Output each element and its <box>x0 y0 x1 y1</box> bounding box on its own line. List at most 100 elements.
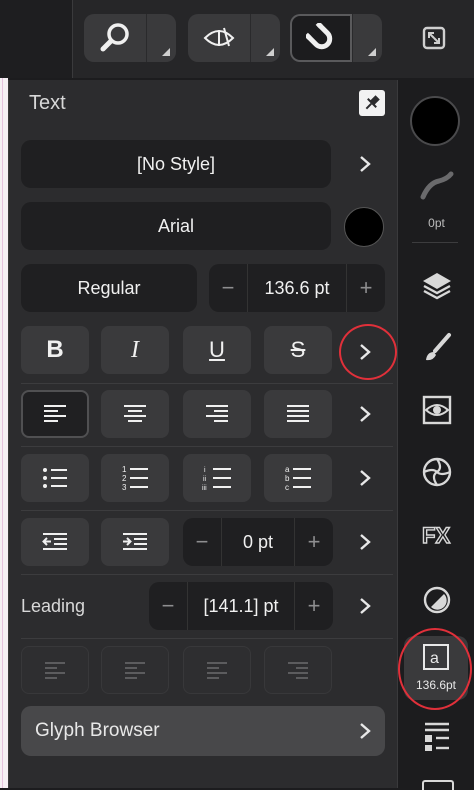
decrease-indent-value-button[interactable]: − <box>183 529 221 555</box>
adjustments-button[interactable] <box>398 390 474 430</box>
chevron-right-icon[interactable] <box>351 464 379 492</box>
bullet-list-icon <box>43 468 67 488</box>
view-mode-button[interactable] <box>188 14 250 62</box>
fx-icon: FX <box>421 522 451 548</box>
svg-text:1: 1 <box>122 465 127 474</box>
studio-sidebar: 0pt FX a 136.6pt <box>397 80 474 790</box>
font-size-value[interactable]: 136.6 pt <box>247 264 347 312</box>
italic-button[interactable]: I <box>101 326 169 374</box>
align-right-icon <box>288 662 308 679</box>
numbered-list-button[interactable]: 123 <box>101 454 169 502</box>
snapping-button[interactable] <box>290 14 352 62</box>
paragraph-style-field[interactable]: [No Style] <box>21 140 331 188</box>
effects-button[interactable]: FX <box>398 514 474 554</box>
chevron-right-icon[interactable] <box>351 400 379 428</box>
underline-label: U <box>209 337 225 362</box>
leading-stepper[interactable]: − [141.1] pt + <box>149 582 333 630</box>
pin-icon[interactable] <box>359 90 385 116</box>
lettered-list-button[interactable]: abc <box>264 454 332 502</box>
stroke-panel-button[interactable] <box>398 166 474 206</box>
panel-title: Text <box>29 92 66 114</box>
leading-value[interactable]: [141.1] pt <box>187 582 295 630</box>
magnet-icon <box>306 23 333 50</box>
annotation-circle <box>339 324 397 380</box>
dimmed-align-left-button[interactable] <box>21 646 89 694</box>
divider <box>21 510 393 511</box>
snapping-tool-group[interactable] <box>290 14 382 62</box>
layers-icon <box>422 273 451 300</box>
lettered-list-icon: abc <box>285 465 311 491</box>
align-left-icon <box>125 662 145 679</box>
brushes-button[interactable] <box>398 328 474 368</box>
svg-text:i: i <box>204 467 206 474</box>
font-size-stepper[interactable]: − 136.6 pt + <box>209 264 385 312</box>
increase-indent-button[interactable] <box>101 518 169 566</box>
text-styles-icon <box>424 722 449 751</box>
underline-button[interactable]: U <box>183 326 251 374</box>
brush-icon <box>425 333 451 361</box>
indent-value[interactable]: 0 pt <box>221 518 295 566</box>
roman-list-button[interactable]: i ii iii <box>183 454 251 502</box>
numbered-list-icon: 123 <box>122 465 148 491</box>
dimmed-align-center-button[interactable] <box>101 646 169 694</box>
align-left-icon <box>44 405 66 422</box>
decrease-font-size-button[interactable]: − <box>209 275 247 301</box>
layers-button[interactable] <box>398 266 474 306</box>
zoom-tool-button[interactable] <box>84 14 146 62</box>
fill-color-swatch[interactable] <box>410 96 460 146</box>
glyph-browser-button[interactable]: Glyph Browser <box>21 706 385 756</box>
zoom-tool-group[interactable] <box>84 14 176 62</box>
indent-stepper[interactable]: − 0 pt + <box>183 518 333 566</box>
transparency-button[interactable] <box>398 580 474 620</box>
divider <box>412 242 458 243</box>
divider <box>21 446 393 447</box>
expand-icon[interactable] <box>416 20 452 56</box>
svg-text:a: a <box>285 465 290 474</box>
svg-text:3: 3 <box>122 483 127 491</box>
dimmed-justify-button[interactable] <box>264 646 332 694</box>
chevron-right-icon[interactable] <box>351 528 379 556</box>
indent-icon <box>123 533 147 550</box>
decrease-indent-button[interactable] <box>21 518 89 566</box>
stroke-width-label: 0pt <box>428 216 445 230</box>
justify-button[interactable] <box>264 390 332 438</box>
bold-label: B <box>46 336 64 363</box>
divider <box>21 574 393 575</box>
dimmed-align-right-button[interactable] <box>183 646 251 694</box>
font-color-swatch[interactable] <box>344 207 384 247</box>
snapping-options[interactable] <box>352 14 381 62</box>
bold-button[interactable]: B <box>21 326 89 374</box>
chevron-right-icon[interactable] <box>351 592 379 620</box>
blend-options-button[interactable] <box>398 452 474 492</box>
svg-text:ii: ii <box>203 476 207 483</box>
outdent-icon <box>42 533 67 550</box>
decrease-leading-button[interactable]: − <box>149 593 187 619</box>
partially-visible-icon[interactable] <box>422 780 454 790</box>
align-right-button[interactable] <box>183 390 251 438</box>
transparency-icon <box>423 586 450 614</box>
wireframe-view-icon <box>203 27 235 47</box>
zoom-tool-options[interactable] <box>146 14 175 62</box>
increase-leading-button[interactable]: + <box>295 593 333 619</box>
font-weight-value: Regular <box>77 277 141 298</box>
chevron-right-icon <box>360 723 371 739</box>
divider <box>21 638 393 639</box>
text-styles-button[interactable] <box>398 716 474 756</box>
bullet-list-button[interactable] <box>21 454 89 502</box>
align-left-button[interactable] <box>21 390 89 438</box>
annotation-circle <box>398 628 472 710</box>
top-toolbar <box>0 0 474 78</box>
increase-font-size-button[interactable]: + <box>347 275 385 301</box>
text-panel: Text [No Style] Arial Regular − 136.6 pt… <box>8 80 397 788</box>
font-weight-field[interactable]: Regular <box>21 264 197 312</box>
svg-text:b: b <box>285 474 290 483</box>
svg-text:2: 2 <box>122 474 127 483</box>
strikethrough-button[interactable]: S <box>264 326 332 374</box>
view-tool-group[interactable] <box>188 14 280 62</box>
chevron-right-icon[interactable] <box>351 150 379 178</box>
view-mode-options[interactable] <box>250 14 279 62</box>
font-family-field[interactable]: Arial <box>21 202 331 250</box>
align-center-button[interactable] <box>101 390 169 438</box>
align-left-icon <box>45 662 65 679</box>
increase-indent-value-button[interactable]: + <box>295 529 333 555</box>
